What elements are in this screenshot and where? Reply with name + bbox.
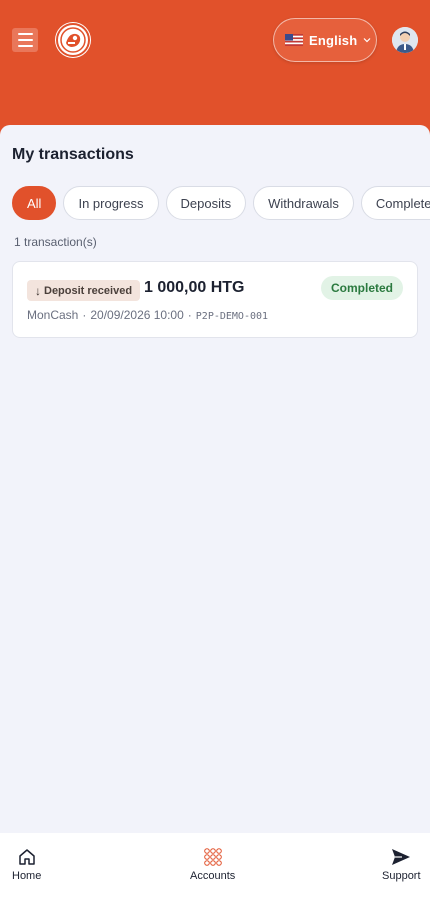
filter-chip-in-progress[interactable]: In progress	[63, 186, 159, 220]
transaction-count: 1 transaction(s)	[14, 235, 97, 249]
brand-logo-icon[interactable]	[55, 22, 91, 58]
send-icon	[392, 849, 411, 865]
transaction-meta: MonCash · 20/09/2026 10:00 · P2P-DEMO-00…	[27, 308, 268, 322]
meta-separator: ·	[187, 308, 192, 322]
filter-chips: All In progress Deposits Withdrawals Com…	[12, 186, 430, 222]
filter-chip-withdrawals[interactable]: Withdrawals	[253, 186, 354, 220]
nav-label-accounts: Accounts	[190, 870, 236, 882]
home-icon	[18, 849, 35, 865]
nav-item-accounts[interactable]: Accounts	[190, 847, 235, 882]
app-header: English	[0, 0, 430, 140]
nav-item-home[interactable]: Home	[12, 847, 41, 882]
filter-chip-all[interactable]: All	[12, 186, 57, 220]
nav-label-home: Home	[12, 870, 42, 882]
language-selector[interactable]: English	[273, 18, 377, 62]
nav-label-support: Support	[382, 870, 421, 882]
transaction-amount: 1 000,00 HTG	[144, 279, 245, 296]
transaction-datetime: 20/09/2026 10:00	[90, 308, 184, 322]
hamburger-menu-icon[interactable]	[12, 28, 38, 52]
transactions-panel: My transactions All In progress Deposits…	[0, 125, 430, 833]
transaction-card[interactable]: ↓ Deposit received 1 000,00 HTG Complete…	[12, 261, 418, 338]
arrow-down-icon: ↓	[35, 283, 41, 298]
status-badge: Completed	[320, 276, 403, 300]
nav-item-support[interactable]: Support	[382, 847, 421, 882]
filter-chip-completed[interactable]: Completed	[360, 186, 430, 220]
meta-separator: ·	[82, 308, 87, 322]
page-title: My transactions	[12, 146, 134, 163]
filter-chip-deposits[interactable]: Deposits	[165, 186, 247, 220]
accounts-grid-icon	[203, 848, 222, 866]
transaction-reference: P2P-DEMO-001	[195, 311, 269, 322]
chevron-down-icon	[363, 38, 371, 43]
transaction-type-label: Deposit received	[44, 284, 133, 297]
bottom-navigation: Home Accounts Support	[0, 833, 430, 900]
transaction-type-badge: ↓ Deposit received	[27, 280, 141, 301]
language-label: English	[309, 32, 358, 48]
us-flag-icon	[285, 34, 303, 46]
transaction-method: MonCash	[27, 308, 79, 322]
user-avatar-icon[interactable]	[392, 27, 418, 53]
